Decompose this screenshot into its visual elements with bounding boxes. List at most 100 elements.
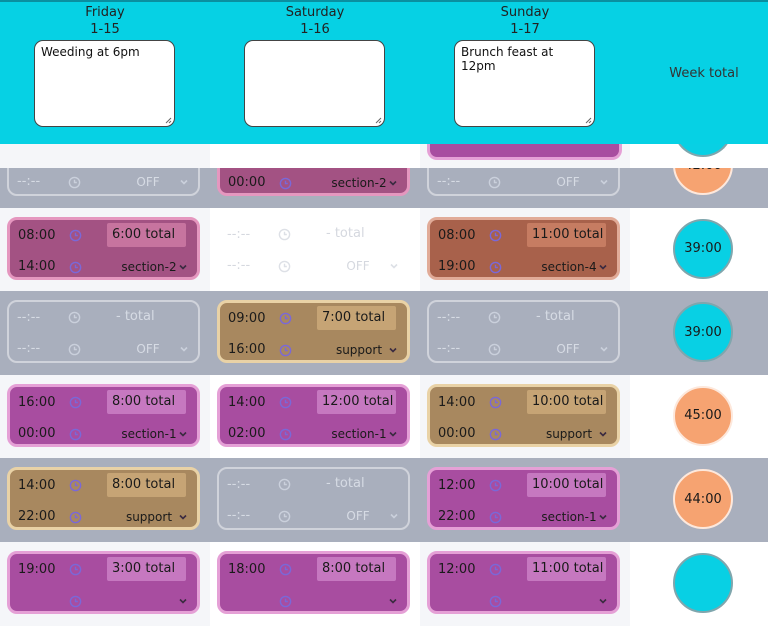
end-time-input[interactable]: --:-- [227, 508, 250, 523]
clock-icon[interactable] [489, 595, 502, 608]
clock-icon[interactable] [279, 396, 292, 409]
section-select[interactable] [530, 589, 608, 613]
start-time-input[interactable]: 14:00 [438, 395, 475, 410]
clock-icon[interactable] [69, 563, 82, 576]
chevron-down-icon[interactable] [179, 513, 187, 521]
shift-card[interactable]: 14:00 22:00 8:00 total support [7, 467, 200, 531]
clock-icon[interactable] [488, 311, 501, 324]
end-time-input[interactable]: --:-- [227, 258, 250, 273]
shift-card[interactable]: --:-- --:-- - total OFF [427, 300, 620, 364]
start-time-input[interactable]: 08:00 [438, 228, 475, 243]
clock-icon[interactable] [488, 176, 501, 189]
section-select[interactable] [110, 589, 188, 613]
shift-card[interactable]: 14:00 02:00 12:00 total section-1 [217, 383, 410, 447]
shift-card[interactable]: 12:00 22:00 10:00 total section-1 [427, 467, 620, 531]
clock-icon[interactable] [278, 510, 291, 523]
chevron-down-icon[interactable] [180, 345, 188, 353]
clock-icon[interactable] [69, 396, 82, 409]
clock-icon[interactable] [489, 428, 502, 441]
start-time-input[interactable]: 14:00 [228, 395, 265, 410]
clock-icon[interactable] [279, 563, 292, 576]
clock-icon[interactable] [279, 428, 292, 441]
shift-card[interactable]: 08:00 14:00 6:00 total section-2 [7, 216, 200, 280]
resize-grip-icon[interactable] [165, 117, 172, 124]
start-time-input[interactable]: 19:00 [18, 562, 55, 577]
chevron-down-icon[interactable] [599, 263, 607, 271]
clock-icon[interactable] [489, 229, 502, 242]
end-time-input[interactable]: 00:00 [438, 426, 475, 441]
end-time-input[interactable]: --:-- [17, 174, 40, 189]
chevron-down-icon[interactable] [599, 513, 607, 521]
note-textarea-friday[interactable]: Weeding at 6pm [34, 40, 175, 127]
start-time-input[interactable]: 09:00 [228, 311, 265, 326]
start-time-input[interactable]: 16:00 [18, 395, 55, 410]
shift-card[interactable]: 19:00 3:00 total [7, 550, 200, 614]
clock-icon[interactable] [279, 595, 292, 608]
section-select[interactable]: OFF [529, 337, 607, 361]
note-textarea-saturday[interactable] [244, 40, 385, 127]
section-select[interactable]: OFF [109, 337, 187, 361]
clock-icon[interactable] [489, 479, 502, 492]
section-select[interactable]: support [320, 338, 398, 362]
end-time-input[interactable]: --:-- [437, 174, 460, 189]
end-time-input[interactable]: 22:00 [438, 509, 475, 524]
end-time-input[interactable]: 02:00 [228, 426, 265, 441]
shift-card[interactable]: 16:00 00:00 8:00 total section-1 [7, 383, 200, 447]
clock-icon[interactable] [488, 343, 501, 356]
section-select[interactable]: support [110, 505, 188, 529]
start-time-input[interactable]: --:-- [227, 477, 250, 492]
end-time-input[interactable]: --:-- [17, 341, 40, 356]
end-time-input[interactable]: 16:00 [228, 342, 265, 357]
start-time-input[interactable]: --:-- [227, 227, 250, 242]
section-select[interactable]: OFF [319, 504, 397, 528]
section-select[interactable]: OFF [319, 254, 397, 278]
clock-icon[interactable] [489, 396, 502, 409]
clock-icon[interactable] [69, 511, 82, 524]
end-time-input[interactable]: 00:00 [18, 426, 55, 441]
shift-card[interactable]: --:-- --:-- - total OFF [7, 300, 200, 364]
clock-icon[interactable] [279, 312, 292, 325]
chevron-down-icon[interactable] [389, 430, 397, 438]
clock-icon[interactable] [489, 511, 502, 524]
clock-icon[interactable] [69, 428, 82, 441]
end-time-input[interactable]: 19:00 [438, 259, 475, 274]
section-select[interactable] [320, 589, 398, 613]
chevron-down-icon[interactable] [390, 262, 398, 270]
end-time-input[interactable]: 00:00 [228, 175, 265, 190]
section-select[interactable]: section-1 [530, 505, 608, 529]
shift-card[interactable]: 12:00 11:00 total [427, 550, 620, 614]
shift-card[interactable]: 08:00 19:00 11:00 total section-4 [427, 216, 620, 280]
chevron-down-icon[interactable] [180, 178, 188, 186]
clock-icon[interactable] [68, 343, 81, 356]
chevron-down-icon[interactable] [389, 597, 397, 605]
start-time-input[interactable]: 18:00 [228, 562, 265, 577]
shift-card[interactable]: 18:00 8:00 total [217, 550, 410, 614]
chevron-down-icon[interactable] [390, 512, 398, 520]
clock-icon[interactable] [279, 344, 292, 357]
clock-icon[interactable] [69, 595, 82, 608]
shift-card[interactable]: 14:00 00:00 10:00 total support [427, 383, 620, 447]
start-time-input[interactable]: --:-- [17, 310, 40, 325]
chevron-down-icon[interactable] [599, 597, 607, 605]
clock-icon[interactable] [69, 479, 82, 492]
chevron-down-icon[interactable] [179, 597, 187, 605]
chevron-down-icon[interactable] [389, 179, 397, 187]
start-time-input[interactable]: 12:00 [438, 478, 475, 493]
end-time-input[interactable]: --:-- [437, 341, 460, 356]
resize-grip-icon[interactable] [375, 117, 382, 124]
start-time-input[interactable]: 08:00 [18, 228, 55, 243]
section-select[interactable]: section-1 [320, 422, 398, 446]
clock-icon[interactable] [489, 261, 502, 274]
note-textarea-sunday[interactable]: Brunch feast at 12pm [454, 40, 595, 127]
clock-icon[interactable] [278, 478, 291, 491]
shift-card[interactable]: 09:00 16:00 7:00 total support [217, 300, 410, 364]
section-select[interactable]: support [530, 422, 608, 446]
clock-icon[interactable] [278, 228, 291, 241]
end-time-input[interactable]: 14:00 [18, 259, 55, 274]
section-select[interactable]: section-2 [110, 255, 188, 279]
section-select[interactable]: section-2 [320, 171, 398, 195]
end-time-input[interactable]: 22:00 [18, 509, 55, 524]
shift-card[interactable]: --:-- --:-- - total OFF [217, 216, 410, 280]
clock-icon[interactable] [68, 311, 81, 324]
start-time-input[interactable]: --:-- [437, 310, 460, 325]
